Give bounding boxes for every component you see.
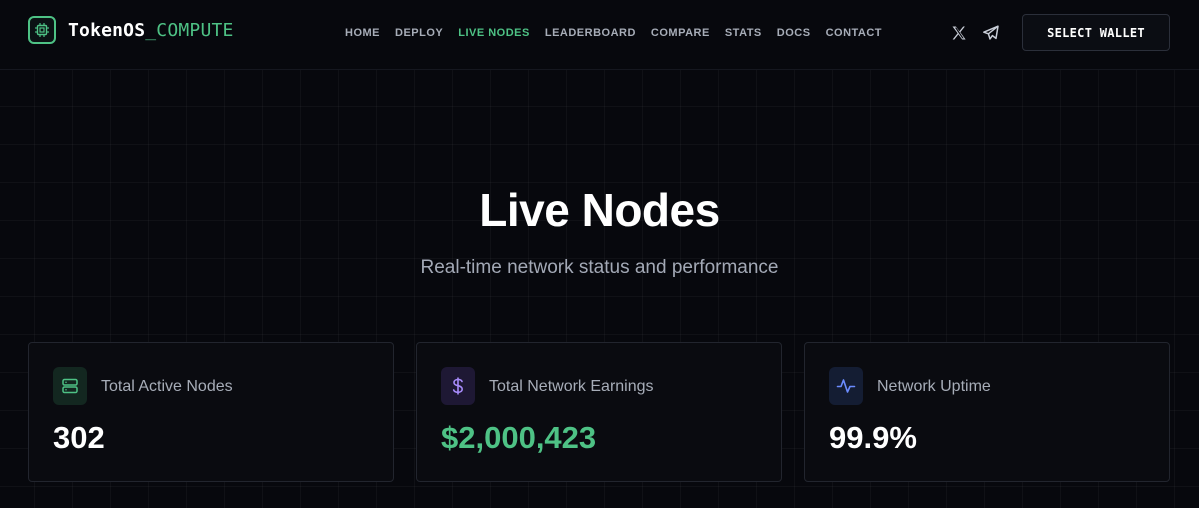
nav-deploy[interactable]: DEPLOY (395, 26, 443, 40)
stat-card-network-earnings: Total Network Earnings $2,000,423 (416, 342, 782, 482)
stat-value: 302 (53, 420, 105, 455)
stat-value: 99.9% (829, 420, 917, 455)
page-subtitle: Real-time network status and performance (420, 257, 779, 278)
stat-label: Network Uptime (877, 378, 991, 395)
dollar-icon (441, 367, 475, 405)
nav-contact[interactable]: CONTACT (826, 26, 882, 40)
brand-logo[interactable]: TokenOS_COMPUTE (28, 16, 234, 44)
top-navbar: TokenOS_COMPUTE HOME DEPLOY LIVE NODES L… (0, 0, 1199, 70)
nav-home[interactable]: HOME (345, 26, 380, 40)
stat-card-active-nodes: Total Active Nodes 302 (28, 342, 394, 482)
select-wallet-button[interactable]: SELECT WALLET (1022, 14, 1170, 51)
telegram-icon[interactable] (982, 24, 1000, 42)
page-title: Live Nodes (479, 184, 720, 236)
main-nav: HOME DEPLOY LIVE NODES LEADERBOARD COMPA… (345, 26, 882, 40)
brand-name-accent: _COMPUTE (145, 19, 234, 41)
cpu-chip-icon (28, 16, 56, 44)
nav-leaderboard[interactable]: LEADERBOARD (545, 26, 636, 40)
brand-name-main: TokenOS (68, 19, 146, 41)
nav-live-nodes[interactable]: LIVE NODES (458, 26, 530, 40)
nav-docs[interactable]: DOCS (777, 26, 811, 40)
nav-compare[interactable]: COMPARE (651, 26, 710, 40)
stat-label: Total Network Earnings (489, 378, 654, 395)
activity-icon (829, 367, 863, 405)
stat-label: Total Active Nodes (101, 378, 233, 395)
x-twitter-icon[interactable] (950, 24, 968, 42)
stat-card-network-uptime: Network Uptime 99.9% (804, 342, 1170, 482)
server-icon (53, 367, 87, 405)
nav-stats[interactable]: STATS (725, 26, 762, 40)
brand-name: TokenOS_COMPUTE (68, 20, 234, 41)
page: TokenOS_COMPUTE HOME DEPLOY LIVE NODES L… (0, 0, 1199, 508)
stat-value: $2,000,423 (441, 420, 597, 455)
